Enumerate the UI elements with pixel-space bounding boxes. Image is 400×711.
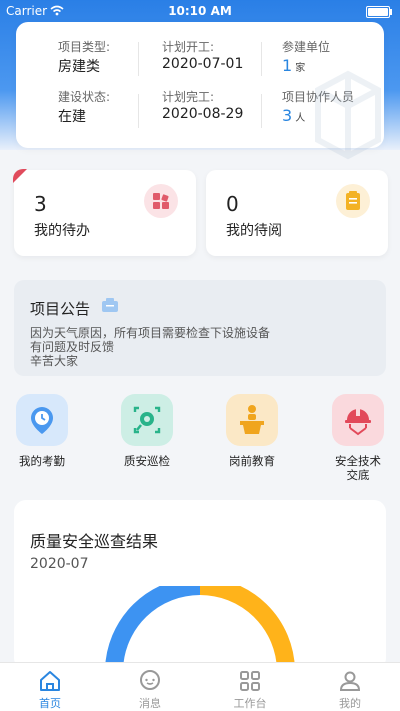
participating-units-count[interactable]: 1家 <box>282 56 305 75</box>
battery-icon <box>366 6 392 18</box>
user-icon <box>339 671 361 691</box>
project-notice[interactable]: 项目公告 因为天气原因，所有项目需要检查下设施设备 有问题及时反馈 辛苦大家 <box>14 280 386 376</box>
donut-segment-blue <box>105 586 201 671</box>
divider <box>261 94 262 128</box>
home-icon <box>40 671 60 691</box>
project-type-value: 房建类 <box>58 59 100 75</box>
tab-messages[interactable]: 消息 <box>100 663 200 711</box>
quick-action-label: 安全技术 交底 <box>335 454 381 482</box>
build-status-label: 建设状态: <box>58 90 111 104</box>
divider <box>138 94 139 128</box>
tab-label: 工作台 <box>233 697 267 710</box>
notice-title: 项目公告 <box>30 300 91 318</box>
corner-badge-icon <box>13 169 27 183</box>
divider <box>138 42 139 76</box>
lecture-podium-icon <box>226 394 278 446</box>
plan-start-value: 2020-07-01 <box>162 56 244 72</box>
collaborators-count[interactable]: 3人 <box>282 106 305 125</box>
tab-workbench[interactable]: 工作台 <box>200 663 300 711</box>
message-icon <box>140 670 160 690</box>
my-todo-card[interactable]: 3 我的待办 <box>13 169 196 256</box>
participating-units-label: 参建单位 <box>282 40 331 54</box>
quick-action-label: 质安巡检 <box>124 454 170 468</box>
plan-end-label: 计划完工: <box>162 90 215 104</box>
build-status-value: 在建 <box>58 109 86 125</box>
notice-line: 辛苦大家 <box>30 354 79 368</box>
inspection-result-card: 质量安全巡查结果 2020-07 <box>14 500 386 671</box>
building-watermark-icon <box>315 70 381 160</box>
my-to-read-card[interactable]: 0 我的待阅 <box>206 170 388 256</box>
to-read-count: 0 <box>226 192 239 216</box>
divider <box>261 42 262 76</box>
bottom-tab-bar: 首页 消息 工作台 我的 <box>0 662 400 711</box>
plan-start-label: 计划开工: <box>162 40 215 54</box>
to-read-label: 我的待阅 <box>226 223 282 239</box>
tab-label: 消息 <box>139 697 161 710</box>
grid-icon <box>240 671 260 691</box>
quick-action-label: 我的考勤 <box>19 454 65 468</box>
todo-count: 3 <box>34 192 47 216</box>
tab-label: 首页 <box>39 697 61 710</box>
status-bar: Carrier 10:10 AM <box>0 0 400 22</box>
safety-helmet-icon <box>332 394 384 446</box>
clipboard-icon <box>336 184 370 218</box>
todo-blocks-icon <box>144 184 178 218</box>
todo-label: 我的待办 <box>34 223 90 239</box>
result-date[interactable]: 2020-07 <box>30 556 89 572</box>
plan-end-value: 2020-08-29 <box>162 106 244 122</box>
tab-home[interactable]: 首页 <box>0 663 100 711</box>
tab-mine[interactable]: 我的 <box>300 663 400 711</box>
clock-pin-icon <box>16 394 68 446</box>
tab-label: 我的 <box>339 697 361 710</box>
project-type-label: 项目类型: <box>58 40 111 54</box>
inspection-scan-icon <box>121 394 173 446</box>
donut-segment-orange <box>199 586 295 671</box>
result-title: 质量安全巡查结果 <box>30 532 159 551</box>
notice-folder-icon <box>102 298 118 312</box>
quick-action-label: 岗前教育 <box>229 454 275 468</box>
clock: 10:10 AM <box>168 4 232 18</box>
